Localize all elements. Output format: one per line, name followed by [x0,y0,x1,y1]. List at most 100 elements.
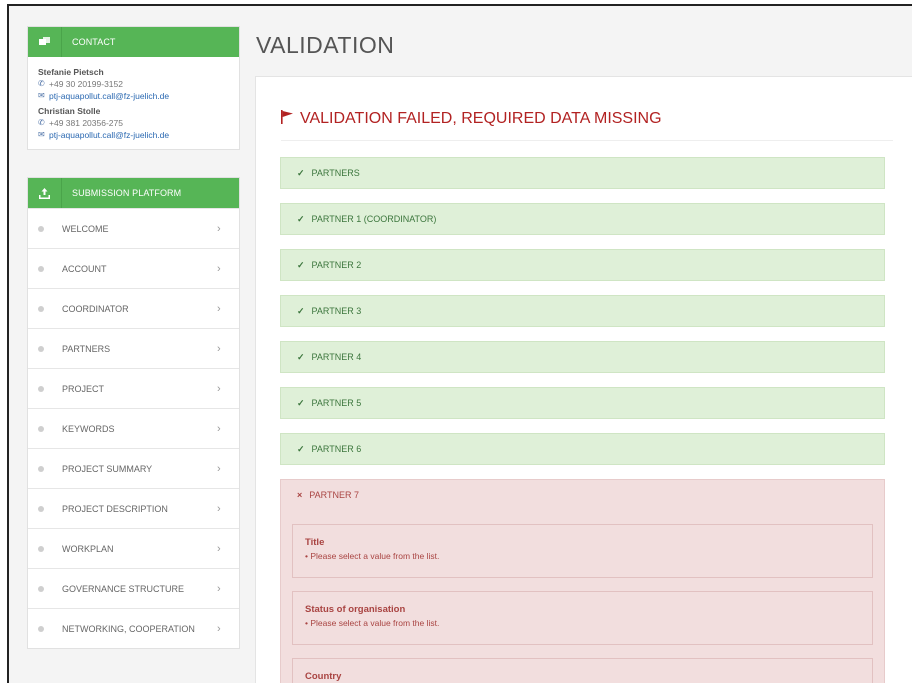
status-dot [38,345,44,352]
sidebar-item-project-description[interactable]: PROJECT DESCRIPTION › [28,488,239,528]
validation-panel: VALIDATION FAILED, REQUIRED DATA MISSING… [255,76,912,683]
section-label: PARTNER 5 [311,398,362,408]
sidebar-item-keywords[interactable]: KEYWORDS › [28,408,239,448]
chevron-right-icon: › [217,502,221,515]
status-dot [38,465,44,472]
contact-name: Christian Stolle [38,106,101,116]
chevron-right-icon: › [217,542,221,555]
contact-email-link[interactable]: ptj-aquapollut.call@fz-juelich.de [49,129,169,141]
error-item: Status of organisation • Please select a … [292,591,873,645]
phone-icon: ✆ [38,118,45,127]
status-dot [38,385,44,392]
check-icon: ✓ [297,259,305,270]
flag-icon [281,110,294,128]
sidebar-item-label: KEYWORDS [62,423,115,434]
check-icon: ✓ [297,351,305,362]
page-title: VALIDATION [256,32,395,58]
contact-name: Stefanie Pietsch [38,67,104,77]
contact-panel: CONTACT Stefanie Pietsch ✆ +49 30 20199-… [27,26,240,150]
chevron-right-icon: › [217,462,221,475]
contact-panel-title: CONTACT [72,37,116,47]
submission-panel-header: SUBMISSION PLATFORM [28,178,239,208]
status-dot [38,225,44,232]
error-message: • Please select a value from the list. [305,551,440,561]
chevron-right-icon: › [217,262,221,275]
error-item: Country [292,658,873,683]
cross-icon: × [297,490,303,500]
sidebar-item-label: PARTNERS [62,343,111,354]
validation-section-partner-1-coordinator[interactable]: ✓ PARTNER 1 (COORDINATOR) [280,203,885,235]
section-label: PARTNER 7 [309,490,359,500]
sidebar-item-coordinator[interactable]: COORDINATOR › [28,288,239,328]
contact-card-icon [28,27,62,57]
sidebar-item-project[interactable]: PROJECT › [28,368,239,408]
chevron-right-icon: › [217,582,221,595]
error-field: Country [305,671,342,682]
check-icon: ✓ [297,443,305,454]
section-label: PARTNER 6 [311,444,362,454]
chevron-right-icon: › [217,222,221,235]
sidebar: CONTACT Stefanie Pietsch ✆ +49 30 20199-… [27,26,240,649]
validation-status-title: VALIDATION FAILED, REQUIRED DATA MISSING [281,110,662,128]
contact-phone: ✆ +49 30 20199-3152 [38,79,123,89]
status-dot [38,305,44,312]
validation-section-partner-6[interactable]: ✓ PARTNER 6 [280,433,885,465]
upload-icon [28,178,62,208]
error-field: Title [305,537,325,548]
contact-email-row: ✉ ptj-aquapollut.call@fz-juelich.de [38,129,229,141]
sidebar-item-label: PROJECT SUMMARY [62,463,153,474]
sidebar-item-workplan[interactable]: WORKPLAN › [28,528,239,568]
validation-section-partner-4[interactable]: ✓ PARTNER 4 [280,341,885,373]
chevron-right-icon: › [217,422,221,435]
error-message: • Please select a value from the list. [305,618,440,628]
sidebar-item-label: WORKPLAN [62,543,114,554]
sidebar-item-networking-cooperation[interactable]: NETWORKING, COOPERATION › [28,608,239,648]
sidebar-item-partners[interactable]: PARTNERS › [28,328,239,368]
sidebar-item-label: COORDINATOR [62,303,129,314]
contact-phone: ✆ +49 381 20356-275 [38,118,123,128]
validation-section-partner-5[interactable]: ✓ PARTNER 5 [280,387,885,419]
validation-section-partner-3[interactable]: ✓ PARTNER 3 [280,295,885,327]
section-label: PARTNER 1 (COORDINATOR) [311,214,437,224]
submission-nav: WELCOME › ACCOUNT › COORDINATOR › PARTNERS › PRO… [28,208,239,648]
app-frame: CONTACT Stefanie Pietsch ✆ +49 30 20199-… [7,4,912,683]
contact-email-row: ✉ ptj-aquapollut.call@fz-juelich.de [38,90,229,102]
mail-icon: ✉ [38,130,45,139]
error-item: Title • Please select a value from the li… [292,524,873,578]
contact-body: Stefanie Pietsch ✆ +49 30 20199-3152 ✉ p… [28,57,239,149]
error-field: Status of organisation [305,604,406,615]
status-dot [38,585,44,592]
sidebar-item-label: ACCOUNT [62,263,107,274]
chevron-right-icon: › [217,342,221,355]
sidebar-item-label: WELCOME [62,223,109,234]
sidebar-item-account[interactable]: ACCOUNT › [28,248,239,288]
sidebar-item-welcome[interactable]: WELCOME › [28,208,239,248]
contact-email-link[interactable]: ptj-aquapollut.call@fz-juelich.de [49,90,169,102]
status-dot [38,625,44,632]
phone-icon: ✆ [38,79,45,88]
sidebar-item-label: PROJECT [62,383,105,394]
validation-section-partner-2[interactable]: ✓ PARTNER 2 [280,249,885,281]
section-label: PARTNER 2 [311,260,362,270]
validation-section-partners[interactable]: ✓ PARTNERS [280,157,885,189]
sidebar-item-label: PROJECT DESCRIPTION [62,503,168,514]
sidebar-item-governance-structure[interactable]: GOVERNANCE STRUCTURE › [28,568,239,608]
check-icon: ✓ [297,397,305,408]
submission-panel: SUBMISSION PLATFORM WELCOME › ACCOUNT › COOR… [27,177,240,649]
status-dot [38,425,44,432]
section-label: PARTNER 4 [311,352,362,362]
check-icon: ✓ [297,167,305,178]
status-dot [38,505,44,512]
check-icon: ✓ [297,213,305,224]
chevron-right-icon: › [217,382,221,395]
sidebar-item-project-summary[interactable]: PROJECT SUMMARY › [28,448,239,488]
validation-section-partner-7[interactable]: × PARTNER 7 [280,479,885,511]
section-label: PARTNERS [311,168,360,178]
contact-panel-header: CONTACT [28,27,239,57]
status-dot [38,545,44,552]
sidebar-item-label: NETWORKING, COOPERATION [62,623,195,634]
submission-panel-title: SUBMISSION PLATFORM [72,188,182,198]
contact-person: Christian Stolle ✆ +49 381 20356-275 ✉ p… [38,105,229,141]
contact-person: Stefanie Pietsch ✆ +49 30 20199-3152 ✉ p… [38,66,229,102]
partner-7-errors: Title • Please select a value from the li… [280,510,885,683]
